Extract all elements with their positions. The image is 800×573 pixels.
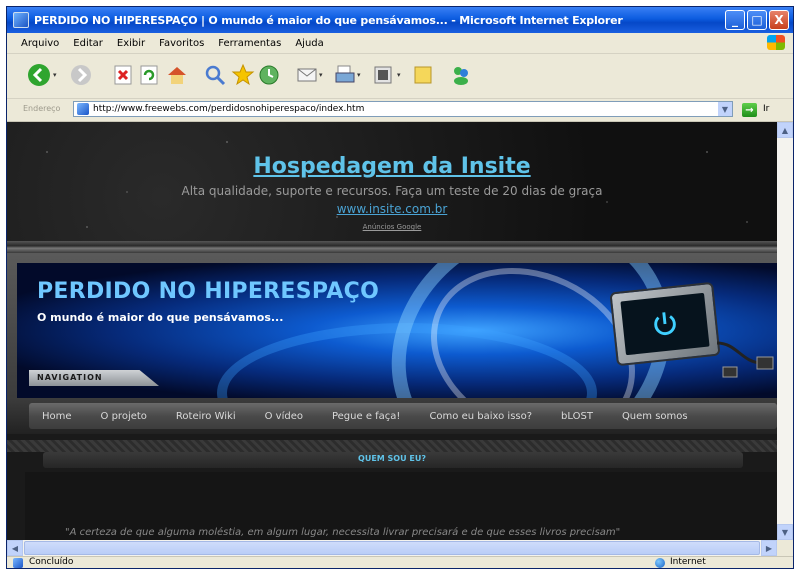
nav-link-quem-somos[interactable]: Quem somos (609, 411, 688, 422)
address-url[interactable]: http://www.freewebs.com/perdidosnohipere… (93, 104, 364, 114)
maximize-button[interactable]: □ (747, 10, 767, 30)
title-bar[interactable]: PERDIDO NO HIPERESPAÇO | O mundo é maior… (7, 7, 793, 33)
print-icon[interactable] (333, 63, 357, 87)
section-text: "A certeza de que alguma moléstia, em al… (65, 527, 621, 538)
page-viewport: Hospedagem da Insite Alta qualidade, sup… (7, 122, 777, 540)
ad-banner: Hospedagem da Insite Alta qualidade, sup… (7, 122, 777, 247)
power-icon (654, 312, 676, 336)
scrollbar-corner (777, 540, 793, 556)
discuss-icon[interactable] (411, 63, 435, 87)
scroll-down-icon[interactable]: ▼ (777, 524, 793, 540)
print-dropdown-icon[interactable]: ▾ (357, 72, 364, 79)
edit-dropdown-icon[interactable]: ▾ (397, 72, 404, 79)
page-icon (77, 103, 89, 115)
site-nav: Home O projeto Roteiro Wiki O vídeo Pegu… (7, 398, 777, 434)
menu-bar: Arquivo Editar Exibir Favoritos Ferramen… (7, 33, 793, 54)
metal-divider (7, 241, 777, 253)
go-label[interactable]: Ir (763, 104, 769, 114)
go-button[interactable]: → (742, 103, 757, 117)
forward-icon[interactable] (69, 63, 93, 87)
tablet-device-image (609, 281, 721, 367)
menu-ferramentas[interactable]: Ferramentas (211, 38, 288, 49)
address-bar: Endereço http://www.freewebs.com/perdido… (7, 99, 793, 122)
menu-ajuda[interactable]: Ajuda (288, 38, 330, 49)
device-screen (620, 292, 710, 356)
cables-image (717, 341, 774, 378)
nav-link-pegue-e-faca[interactable]: Pegue e faça! (319, 411, 400, 422)
scroll-up-icon[interactable]: ▲ (777, 122, 793, 138)
site-title: PERDIDO NO HIPERESPAÇO (37, 279, 380, 304)
minimize-button[interactable]: _ (725, 10, 745, 30)
refresh-icon[interactable] (137, 63, 161, 87)
horizontal-scrollbar[interactable]: ◀ ▶ (7, 540, 793, 556)
ie-icon (13, 12, 29, 28)
nav-link-blost[interactable]: bLOST (548, 411, 593, 422)
scroll-left-icon[interactable]: ◀ (7, 540, 23, 556)
nav-link-video[interactable]: O vídeo (252, 411, 303, 422)
ad-url-link[interactable]: www.insite.com.br (7, 202, 777, 216)
nav-link-como-baixo[interactable]: Como eu baixo isso? (416, 411, 532, 422)
window-controls: _ □ X (725, 10, 789, 30)
history-icon[interactable] (257, 63, 281, 87)
section-title: QUEM SOU EU? (358, 454, 426, 463)
windows-logo-icon (767, 35, 785, 50)
security-zone: Internet (670, 557, 706, 567)
address-dropdown-icon[interactable]: ▼ (718, 102, 732, 116)
ad-subtitle: Alta qualidade, suporte e recursos. Faça… (181, 184, 603, 198)
section-divider (7, 440, 777, 452)
mail-icon[interactable] (295, 63, 319, 87)
scroll-thumb[interactable] (24, 541, 760, 555)
window-title: PERDIDO NO HIPERESPAÇO | O mundo é maior… (34, 13, 623, 27)
close-button[interactable]: X (769, 10, 789, 30)
address-input[interactable]: http://www.freewebs.com/perdidosnohipere… (73, 101, 733, 117)
site-header: PERDIDO NO HIPERESPAÇO O mundo é maior d… (7, 253, 777, 398)
nav-link-roteiro-wiki[interactable]: Roteiro Wiki (163, 411, 236, 422)
ad-attribution-link[interactable]: Anúncios Google (7, 223, 777, 231)
back-dropdown-icon[interactable]: ▾ (53, 72, 60, 79)
toolbar: ▾ ▾ ▾ ▾ (7, 54, 793, 99)
site-tagline: O mundo é maior do que pensávamos... (37, 311, 284, 324)
menu-exibir[interactable]: Exibir (110, 38, 152, 49)
status-text: Concluído (29, 557, 74, 567)
menu-editar[interactable]: Editar (66, 38, 110, 49)
vertical-scrollbar[interactable]: ▲ ▼ (777, 122, 793, 540)
menu-favoritos[interactable]: Favoritos (152, 38, 211, 49)
favorites-icon[interactable] (231, 63, 255, 87)
nav-links: Home O projeto Roteiro Wiki O vídeo Pegu… (29, 403, 777, 429)
edit-icon[interactable] (371, 63, 395, 87)
home-icon[interactable] (165, 63, 189, 87)
browser-window: PERDIDO NO HIPERESPAÇO | O mundo é maior… (6, 6, 794, 569)
search-icon[interactable] (203, 63, 227, 87)
status-bar: Concluído Internet (7, 556, 793, 568)
nav-link-home[interactable]: Home (29, 411, 72, 422)
globe-icon (655, 558, 665, 568)
mail-dropdown-icon[interactable]: ▾ (319, 72, 326, 79)
nav-link-projeto[interactable]: O projeto (88, 411, 147, 422)
back-icon[interactable] (27, 63, 51, 87)
address-label: Endereço (23, 104, 61, 113)
stop-icon[interactable] (111, 63, 135, 87)
status-page-icon (13, 558, 23, 568)
menu-arquivo[interactable]: Arquivo (7, 38, 66, 49)
ad-title-link[interactable]: Hospedagem da Insite (7, 154, 777, 179)
scroll-right-icon[interactable]: ▶ (761, 540, 777, 556)
navigation-tab: NAVIGATION (29, 370, 159, 386)
messenger-icon[interactable] (449, 63, 473, 87)
